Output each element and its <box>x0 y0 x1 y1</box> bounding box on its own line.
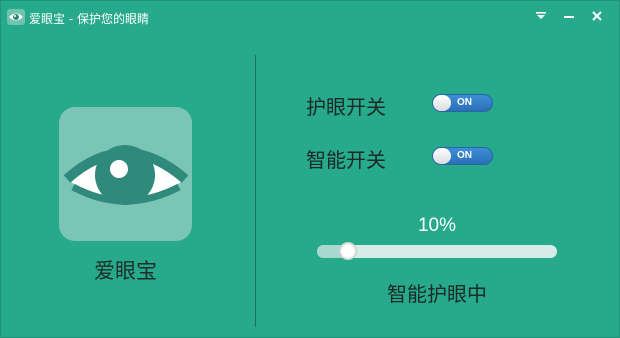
app-window: 爱眼宝 - 保护您的眼睛 爱眼宝 护眼开关 ON 智能开关 ON 10% 智能护… <box>0 0 620 338</box>
close-icon[interactable] <box>587 7 607 25</box>
toggle-state: ON <box>457 97 472 108</box>
brand-name: 爱眼宝 <box>94 259 157 283</box>
minimize-icon[interactable] <box>559 7 579 25</box>
window-title: 爱眼宝 - 保护您的眼睛 <box>29 12 149 26</box>
toggle-knob <box>433 148 451 164</box>
toggle-label: 智能开关 <box>306 148 386 172</box>
brightness-slider[interactable] <box>317 242 557 260</box>
brightness-percent: 10% <box>417 215 457 236</box>
toggle-label: 护眼开关 <box>306 95 386 119</box>
status-text: 智能护眼中 <box>387 282 487 306</box>
eye-protection-toggle[interactable]: ON <box>432 94 493 112</box>
smart-toggle[interactable]: ON <box>432 147 493 165</box>
dropdown-icon[interactable] <box>531 7 551 25</box>
toggle-state: ON <box>457 150 472 161</box>
eye-icon <box>63 145 189 205</box>
app-logo <box>59 107 192 241</box>
toggle-knob <box>433 95 451 111</box>
slider-thumb[interactable] <box>339 242 357 260</box>
eye-icon <box>7 9 25 25</box>
title-bar: 爱眼宝 - 保护您的眼睛 <box>1 1 619 33</box>
divider <box>255 55 256 327</box>
